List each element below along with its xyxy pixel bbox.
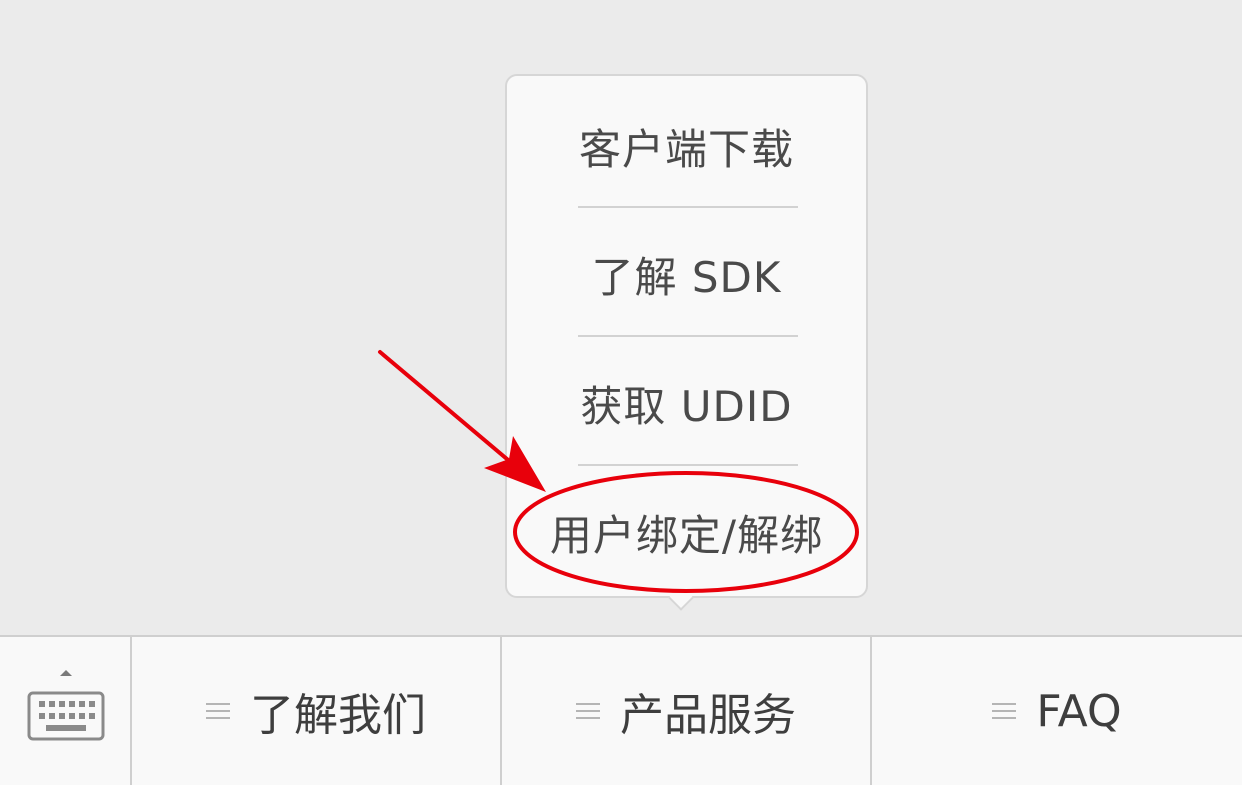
menu-tab-label: 了解我们: [250, 690, 426, 741]
menu-tab-products-services[interactable]: 产品服务: [502, 637, 872, 785]
submenu-item-get-udid[interactable]: 获取 UDID: [507, 339, 866, 467]
menu-tab-faq[interactable]: FAQ: [872, 637, 1242, 785]
menu-tab-label: FAQ: [1036, 685, 1122, 737]
menu-tab-label: 产品服务: [620, 690, 796, 741]
submenu-item-learn-sdk[interactable]: 了解 SDK: [507, 210, 866, 338]
hamburger-menu-icon: [992, 702, 1017, 720]
submenu-divider: [578, 335, 798, 337]
submenu-item-label: 客户端下载: [578, 124, 794, 174]
submenu-item-client-download[interactable]: 客户端下载: [507, 82, 866, 210]
hamburger-menu-icon: [206, 702, 230, 720]
submenu-divider: [578, 206, 798, 208]
submenu-item-label: 了解 SDK: [591, 252, 782, 302]
submenu-divider: [578, 464, 798, 466]
submenu-item-label: 获取 UDID: [580, 381, 793, 431]
keyboard-toggle-button[interactable]: [0, 637, 132, 785]
bottom-menu-bar: 了解我们 产品服务 FAQ: [0, 635, 1242, 785]
keyboard-icon: [27, 670, 105, 741]
submenu-item-label: 用户绑定/解绑: [549, 510, 824, 560]
hamburger-menu-icon: [576, 702, 600, 720]
menu-tab-about-us[interactable]: 了解我们: [132, 637, 502, 785]
wechat-official-account-screen: 客户端下载 了解 SDK 获取 UDID 用户绑定/解绑 了解我们 产品服务 F…: [0, 0, 1242, 785]
submenu-item-user-bind-unbind[interactable]: 用户绑定/解绑: [507, 468, 866, 596]
submenu-popup: 客户端下载 了解 SDK 获取 UDID 用户绑定/解绑: [505, 74, 868, 598]
